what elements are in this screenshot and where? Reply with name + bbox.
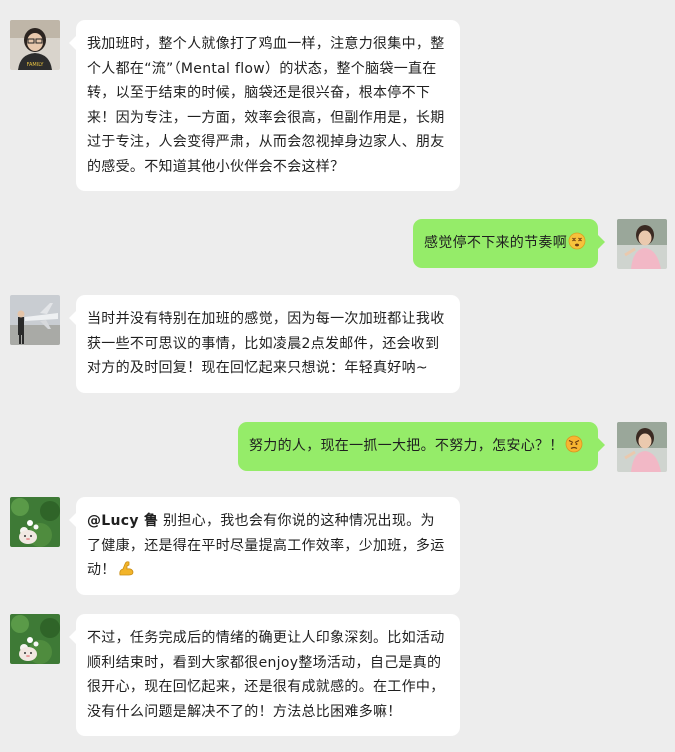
message-bubble-3[interactable]: 当时并没有特别在加班的感觉，因为每一次加班都让我收获一些不可思议的事情，比如凌晨… <box>69 295 460 393</box>
message-bubble-4[interactable]: 努力的人，现在一抓一大把。不努力，怎安心？！ <box>238 422 605 471</box>
avatar-person-plane[interactable] <box>10 295 60 345</box>
mention-lucy[interactable]: @Lucy 鲁 <box>87 513 158 529</box>
avatar-flowers-image <box>10 497 60 547</box>
svg-text:FAMILY: FAMILY <box>27 62 45 68</box>
avatar-woman-pink-image-2 <box>617 422 667 472</box>
message-text-2: 感觉停不下来的节奏啊 <box>424 235 567 251</box>
message-bubble-1[interactable]: 我加班时，整个人就像打了鸡血一样，注意力很集中，整个人都在“流”（Mental … <box>69 20 460 191</box>
avatar-flowers-image-2 <box>10 614 60 664</box>
avatar-girl-glasses-image: FAMILY <box>10 20 60 70</box>
avatar-person-plane-image <box>10 295 60 345</box>
avatar-woman-pink-2[interactable] <box>617 422 667 472</box>
dizzy-face-emoji-icon <box>568 232 586 250</box>
avatar-flowers[interactable] <box>10 497 60 547</box>
avatar-woman-pink-image <box>617 219 667 269</box>
message-text-1: 我加班时，整个人就像打了鸡血一样，注意力很集中，整个人都在“流”（Mental … <box>87 36 445 175</box>
message-text-3: 当时并没有特别在加班的感觉，因为每一次加班都让我收获一些不可思议的事情，比如凌晨… <box>87 311 445 376</box>
message-bubble-6[interactable]: 不过，任务完成后的情绪的确更让人印象深刻。比如活动顺利结束时，看到大家都很enj… <box>69 614 460 736</box>
message-text-6: 不过，任务完成后的情绪的确更让人印象深刻。比如活动顺利结束时，看到大家都很enj… <box>87 630 445 720</box>
avatar-girl-glasses[interactable]: FAMILY <box>10 20 60 70</box>
message-bubble-2[interactable]: 感觉停不下来的节奏啊 <box>413 219 605 268</box>
message-bubble-5[interactable]: @Lucy 鲁 别担心，我也会有你说的这种情况出现。为了健康，还是得在平时尽量提… <box>69 497 460 595</box>
avatar-woman-pink[interactable] <box>617 219 667 269</box>
angry-face-emoji-icon <box>565 435 583 453</box>
flexed-biceps-emoji-icon <box>117 559 135 577</box>
message-text-4: 努力的人，现在一抓一大把。不努力，怎安心？！ <box>249 438 564 454</box>
avatar-flowers-2[interactable] <box>10 614 60 664</box>
